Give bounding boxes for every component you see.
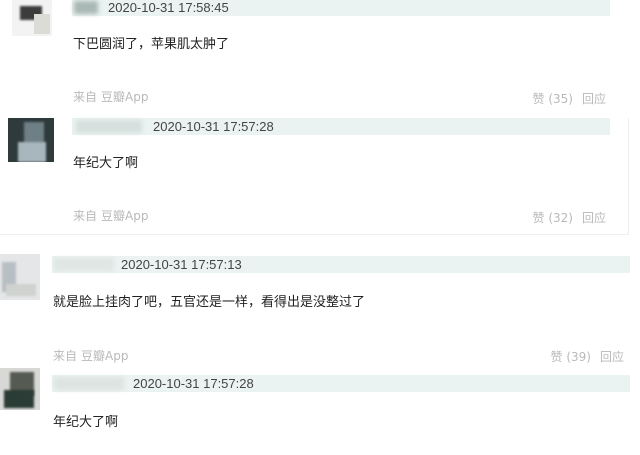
source-prefix: 来自 xyxy=(53,349,78,363)
timestamp: 2020-10-31 17:57:28 xyxy=(153,119,274,134)
avatar[interactable] xyxy=(0,254,40,300)
source-prefix: 来自 xyxy=(73,90,98,104)
like-label: 赞 xyxy=(532,211,545,225)
like-label: 赞 xyxy=(550,350,563,364)
timestamp: 2020-10-31 17:57:28 xyxy=(133,376,254,391)
comment-card: 2020-10-31 17:58:45 下巴圆润了，苹果肌太肿了 来自 豆瓣App… xyxy=(0,0,628,118)
comment-card: 2020-10-31 17:57:28 年纪大了啊 xyxy=(0,366,640,455)
comment-source: 来自 豆瓣App xyxy=(53,347,128,364)
reply-button[interactable]: 回应 xyxy=(600,350,624,364)
avatar[interactable] xyxy=(0,368,40,410)
source-app-link[interactable]: 豆瓣App xyxy=(101,90,148,104)
like-count: (39) xyxy=(566,350,591,364)
comment-source: 来自 豆瓣App xyxy=(73,207,148,224)
comment-meta-bar: 2020-10-31 17:57:28 xyxy=(52,375,630,392)
username[interactable] xyxy=(74,1,98,14)
like-button[interactable]: 赞 (35) xyxy=(533,92,573,106)
source-app-link[interactable]: 豆瓣App xyxy=(101,209,148,223)
like-button[interactable]: 赞 (32) xyxy=(533,211,573,225)
comment-text: 年纪大了啊 xyxy=(73,156,139,171)
comment-actions: 赞 (39) 回应 xyxy=(551,348,625,365)
username[interactable] xyxy=(54,258,114,271)
comment-actions: 赞 (32) 回应 xyxy=(533,209,607,226)
username[interactable] xyxy=(76,120,142,133)
timestamp: 2020-10-31 17:58:45 xyxy=(108,0,229,15)
avatar[interactable] xyxy=(12,0,52,36)
comment-card: 2020-10-31 17:57:13 就是脸上挂肉了吧，五官还是一样，看得出是… xyxy=(0,252,640,366)
like-count: (35) xyxy=(548,92,573,106)
comment-source: 来自 豆瓣App xyxy=(73,88,148,105)
comment-card: 2020-10-31 17:57:28 年纪大了啊 来自 豆瓣App 赞 (32)… xyxy=(0,118,629,235)
timestamp: 2020-10-31 17:57:13 xyxy=(121,257,242,272)
reply-button[interactable]: 回应 xyxy=(582,92,606,106)
like-count: (32) xyxy=(548,211,573,225)
comment-text: 就是脸上挂肉了吧，五官还是一样，看得出是没整过了 xyxy=(53,295,366,310)
like-label: 赞 xyxy=(532,92,545,106)
comment-actions: 赞 (35) 回应 xyxy=(533,90,607,107)
avatar[interactable] xyxy=(8,118,54,162)
username[interactable] xyxy=(54,377,124,390)
comment-meta-bar: 2020-10-31 17:58:45 xyxy=(72,0,610,16)
like-button[interactable]: 赞 (39) xyxy=(551,350,591,364)
comment-text: 下巴圆润了，苹果肌太肿了 xyxy=(73,37,230,52)
source-app-link[interactable]: 豆瓣App xyxy=(81,349,128,363)
source-prefix: 来自 xyxy=(73,209,98,223)
reply-button[interactable]: 回应 xyxy=(582,211,606,225)
comment-meta-bar: 2020-10-31 17:57:13 xyxy=(52,256,630,273)
comment-meta-bar: 2020-10-31 17:57:28 xyxy=(72,118,610,135)
comment-text: 年纪大了啊 xyxy=(53,415,119,430)
